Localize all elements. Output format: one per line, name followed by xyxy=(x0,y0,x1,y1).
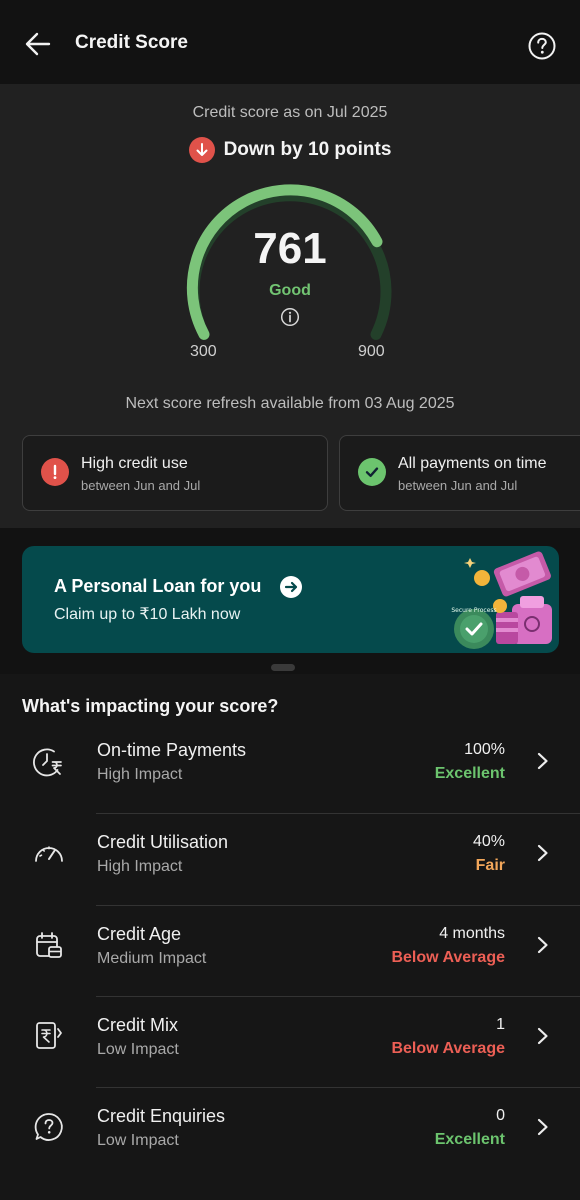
factor-name: Credit Age xyxy=(97,924,182,944)
factor-value: 40% xyxy=(472,833,505,850)
info-icon[interactable] xyxy=(280,307,300,327)
score-value: 761 xyxy=(253,224,327,273)
factor-value: 1 xyxy=(496,1016,505,1033)
impact-heading: What's impacting your score? xyxy=(22,696,279,716)
calendar-icon xyxy=(36,932,62,958)
factor-impact: High Impact xyxy=(97,766,183,783)
page-title: Credit Score xyxy=(75,32,188,53)
money-illustration: Secure Process xyxy=(451,551,552,649)
chevron-right-icon xyxy=(537,936,548,954)
factor-value: 100% xyxy=(464,741,505,758)
insight-card-payments[interactable]: All payments on time between Jun and Jul xyxy=(339,435,580,511)
factor-impact: Low Impact xyxy=(97,1041,179,1058)
check-icon xyxy=(358,458,386,486)
back-arrow-icon xyxy=(25,32,51,56)
help-icon xyxy=(528,32,556,60)
drag-handle[interactable] xyxy=(271,664,295,671)
impact-row-credit-age[interactable]: Credit Age Medium Impact 4 months Below … xyxy=(0,906,580,997)
factor-value: 4 months xyxy=(439,925,505,942)
factor-status: Excellent xyxy=(434,765,505,782)
question-bubble-icon xyxy=(34,1113,63,1141)
arrow-right-icon xyxy=(280,576,302,598)
personal-loan-banner[interactable]: A Personal Loan for you Claim up to ₹10 … xyxy=(22,546,559,653)
score-rating: Good xyxy=(269,282,311,299)
chevron-right-icon xyxy=(537,1118,548,1136)
factor-status: Fair xyxy=(475,857,505,874)
rupee-card-icon xyxy=(36,1022,62,1049)
help-button[interactable] xyxy=(522,26,562,66)
factor-name: Credit Utilisation xyxy=(97,832,229,852)
factor-name: Credit Mix xyxy=(97,1015,179,1035)
gauge-max-label: 900 xyxy=(358,343,385,360)
factor-impact: Medium Impact xyxy=(97,950,207,967)
alert-icon xyxy=(41,458,69,486)
factor-status: Below Average xyxy=(391,949,505,966)
factor-impact: High Impact xyxy=(97,858,183,875)
chevron-right-icon xyxy=(537,752,548,770)
banner-section: A Personal Loan for you Claim up to ₹10 … xyxy=(0,528,580,674)
impact-row-credit-mix[interactable]: Credit Mix Low Impact 1 Below Average xyxy=(0,997,580,1088)
banner-subtitle: Claim up to ₹10 Lakh now xyxy=(54,606,241,623)
factor-name: On-time Payments xyxy=(97,740,247,760)
insight-subtitle: between Jun and Jul xyxy=(398,478,518,493)
refresh-note: Next score refresh available from 03 Aug… xyxy=(125,395,455,412)
score-card: Credit score as on Jul 2025 Down by 10 p… xyxy=(0,84,580,528)
factor-status: Excellent xyxy=(434,1131,505,1148)
insight-card-credit-use[interactable]: High credit use between Jun and Jul xyxy=(22,435,328,511)
secure-badge-text: Secure Process xyxy=(451,607,496,614)
factor-name: Credit Enquiries xyxy=(97,1106,226,1126)
impact-row-on-time-payments[interactable]: On-time Payments High Impact 100% Excell… xyxy=(0,722,580,813)
clock-rupee-icon xyxy=(33,748,62,777)
factor-value: 0 xyxy=(496,1107,505,1124)
gauge-min-label: 300 xyxy=(190,343,217,360)
chevron-right-icon xyxy=(537,844,548,862)
app-bar: Credit Score xyxy=(0,0,580,84)
factor-status: Below Average xyxy=(391,1040,505,1057)
factor-impact: Low Impact xyxy=(97,1132,179,1149)
insight-title: All payments on time xyxy=(398,455,547,472)
banner-title: A Personal Loan for you xyxy=(54,576,262,596)
insight-subtitle: between Jun and Jul xyxy=(81,478,201,493)
back-button[interactable] xyxy=(20,26,56,62)
insight-title: High credit use xyxy=(81,455,188,472)
impact-row-credit-enquiries[interactable]: Credit Enquiries Low Impact 0 Excellent xyxy=(0,1088,580,1179)
chevron-right-icon xyxy=(537,1027,548,1045)
impact-row-credit-utilisation[interactable]: Credit Utilisation High Impact 40% Fair xyxy=(0,814,580,905)
speedometer-icon xyxy=(35,846,63,862)
